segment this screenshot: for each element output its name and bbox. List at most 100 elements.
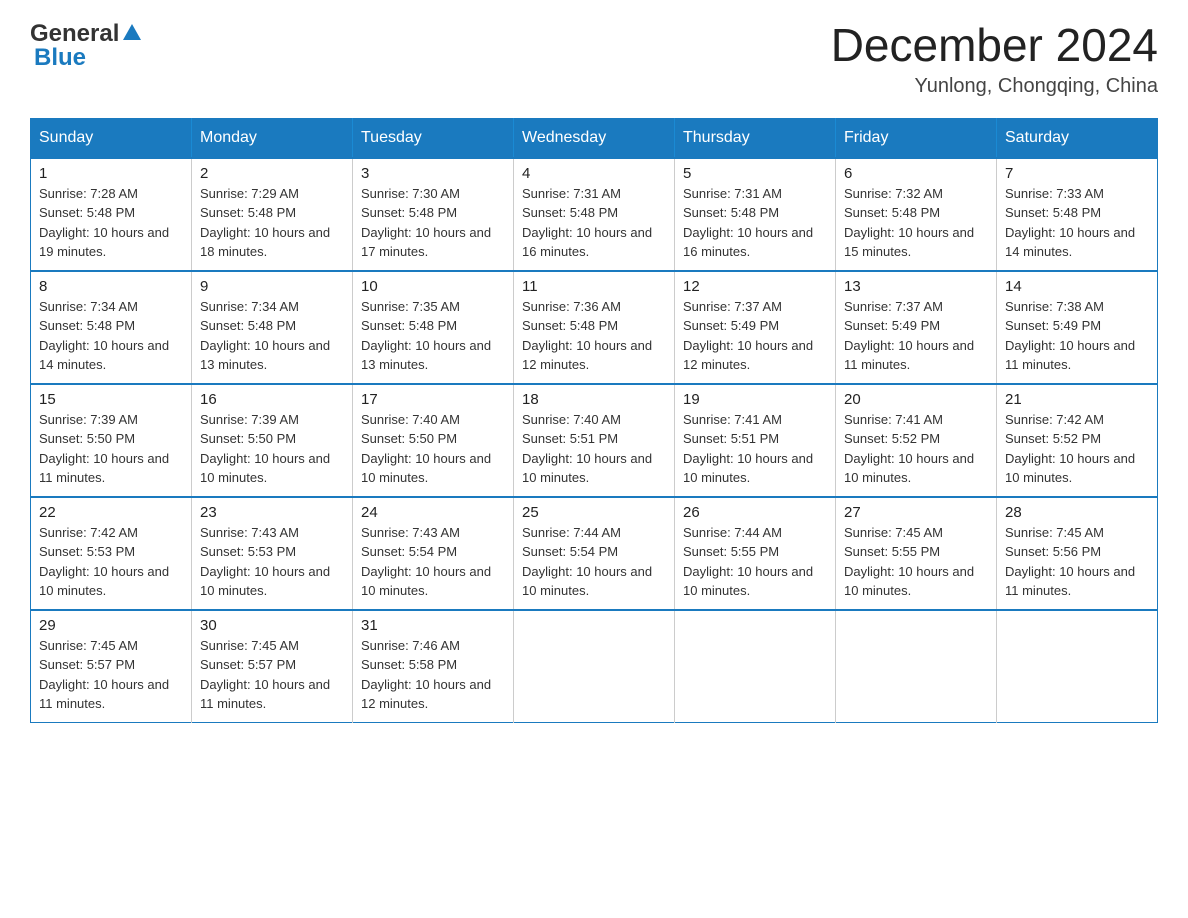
day-number: 10 — [361, 278, 505, 295]
day-cell: 9 Sunrise: 7:34 AMSunset: 5:48 PMDayligh… — [192, 271, 353, 384]
location: Yunlong, Chongqing, China — [831, 75, 1158, 98]
day-cell: 8 Sunrise: 7:34 AMSunset: 5:48 PMDayligh… — [31, 271, 192, 384]
day-info: Sunrise: 7:39 AMSunset: 5:50 PMDaylight:… — [39, 412, 169, 486]
day-number: 6 — [844, 165, 988, 182]
weekday-header-tuesday: Tuesday — [353, 118, 514, 158]
day-info: Sunrise: 7:44 AMSunset: 5:54 PMDaylight:… — [522, 525, 652, 599]
day-cell: 29 Sunrise: 7:45 AMSunset: 5:57 PMDaylig… — [31, 610, 192, 723]
day-number: 9 — [200, 278, 344, 295]
day-info: Sunrise: 7:40 AMSunset: 5:50 PMDaylight:… — [361, 412, 491, 486]
day-info: Sunrise: 7:37 AMSunset: 5:49 PMDaylight:… — [844, 299, 974, 373]
day-cell: 31 Sunrise: 7:46 AMSunset: 5:58 PMDaylig… — [353, 610, 514, 723]
day-cell: 20 Sunrise: 7:41 AMSunset: 5:52 PMDaylig… — [836, 384, 997, 497]
day-number: 3 — [361, 165, 505, 182]
day-number: 5 — [683, 165, 827, 182]
day-number: 11 — [522, 278, 666, 295]
weekday-header-saturday: Saturday — [997, 118, 1158, 158]
day-number: 29 — [39, 617, 183, 634]
weekday-header-monday: Monday — [192, 118, 353, 158]
day-cell: 22 Sunrise: 7:42 AMSunset: 5:53 PMDaylig… — [31, 497, 192, 610]
day-cell: 4 Sunrise: 7:31 AMSunset: 5:48 PMDayligh… — [514, 158, 675, 271]
day-cell: 16 Sunrise: 7:39 AMSunset: 5:50 PMDaylig… — [192, 384, 353, 497]
day-info: Sunrise: 7:41 AMSunset: 5:52 PMDaylight:… — [844, 412, 974, 486]
day-info: Sunrise: 7:38 AMSunset: 5:49 PMDaylight:… — [1005, 299, 1135, 373]
calendar-table: SundayMondayTuesdayWednesdayThursdayFrid… — [30, 118, 1158, 723]
logo-blue-text: Blue — [34, 44, 86, 72]
weekday-header-friday: Friday — [836, 118, 997, 158]
week-row-4: 22 Sunrise: 7:42 AMSunset: 5:53 PMDaylig… — [31, 497, 1158, 610]
day-cell: 23 Sunrise: 7:43 AMSunset: 5:53 PMDaylig… — [192, 497, 353, 610]
week-row-3: 15 Sunrise: 7:39 AMSunset: 5:50 PMDaylig… — [31, 384, 1158, 497]
day-info: Sunrise: 7:31 AMSunset: 5:48 PMDaylight:… — [683, 186, 813, 260]
day-number: 15 — [39, 391, 183, 408]
day-number: 22 — [39, 504, 183, 521]
day-cell: 10 Sunrise: 7:35 AMSunset: 5:48 PMDaylig… — [353, 271, 514, 384]
day-cell — [675, 610, 836, 723]
logo: General Blue — [30, 20, 143, 72]
day-cell: 15 Sunrise: 7:39 AMSunset: 5:50 PMDaylig… — [31, 384, 192, 497]
day-cell: 6 Sunrise: 7:32 AMSunset: 5:48 PMDayligh… — [836, 158, 997, 271]
day-cell: 30 Sunrise: 7:45 AMSunset: 5:57 PMDaylig… — [192, 610, 353, 723]
day-info: Sunrise: 7:42 AMSunset: 5:53 PMDaylight:… — [39, 525, 169, 599]
day-info: Sunrise: 7:28 AMSunset: 5:48 PMDaylight:… — [39, 186, 169, 260]
day-cell: 25 Sunrise: 7:44 AMSunset: 5:54 PMDaylig… — [514, 497, 675, 610]
day-number: 28 — [1005, 504, 1149, 521]
day-cell: 21 Sunrise: 7:42 AMSunset: 5:52 PMDaylig… — [997, 384, 1158, 497]
day-number: 24 — [361, 504, 505, 521]
day-info: Sunrise: 7:43 AMSunset: 5:53 PMDaylight:… — [200, 525, 330, 599]
day-info: Sunrise: 7:36 AMSunset: 5:48 PMDaylight:… — [522, 299, 652, 373]
day-info: Sunrise: 7:33 AMSunset: 5:48 PMDaylight:… — [1005, 186, 1135, 260]
day-info: Sunrise: 7:44 AMSunset: 5:55 PMDaylight:… — [683, 525, 813, 599]
day-info: Sunrise: 7:45 AMSunset: 5:55 PMDaylight:… — [844, 525, 974, 599]
day-info: Sunrise: 7:34 AMSunset: 5:48 PMDaylight:… — [200, 299, 330, 373]
day-info: Sunrise: 7:46 AMSunset: 5:58 PMDaylight:… — [361, 638, 491, 712]
day-info: Sunrise: 7:45 AMSunset: 5:57 PMDaylight:… — [39, 638, 169, 712]
week-row-5: 29 Sunrise: 7:45 AMSunset: 5:57 PMDaylig… — [31, 610, 1158, 723]
day-number: 13 — [844, 278, 988, 295]
logo-triangle-icon — [121, 22, 143, 44]
day-cell: 27 Sunrise: 7:45 AMSunset: 5:55 PMDaylig… — [836, 497, 997, 610]
day-cell — [514, 610, 675, 723]
day-cell: 28 Sunrise: 7:45 AMSunset: 5:56 PMDaylig… — [997, 497, 1158, 610]
day-cell: 17 Sunrise: 7:40 AMSunset: 5:50 PMDaylig… — [353, 384, 514, 497]
day-number: 7 — [1005, 165, 1149, 182]
day-info: Sunrise: 7:35 AMSunset: 5:48 PMDaylight:… — [361, 299, 491, 373]
week-row-1: 1 Sunrise: 7:28 AMSunset: 5:48 PMDayligh… — [31, 158, 1158, 271]
day-info: Sunrise: 7:32 AMSunset: 5:48 PMDaylight:… — [844, 186, 974, 260]
day-cell — [836, 610, 997, 723]
day-number: 31 — [361, 617, 505, 634]
weekday-header-sunday: Sunday — [31, 118, 192, 158]
day-number: 27 — [844, 504, 988, 521]
day-cell: 1 Sunrise: 7:28 AMSunset: 5:48 PMDayligh… — [31, 158, 192, 271]
day-cell: 26 Sunrise: 7:44 AMSunset: 5:55 PMDaylig… — [675, 497, 836, 610]
month-title: December 2024 — [831, 20, 1158, 71]
day-number: 2 — [200, 165, 344, 182]
weekday-header-wednesday: Wednesday — [514, 118, 675, 158]
day-cell: 12 Sunrise: 7:37 AMSunset: 5:49 PMDaylig… — [675, 271, 836, 384]
title-block: December 2024 Yunlong, Chongqing, China — [831, 20, 1158, 98]
day-cell: 11 Sunrise: 7:36 AMSunset: 5:48 PMDaylig… — [514, 271, 675, 384]
day-number: 4 — [522, 165, 666, 182]
day-cell: 18 Sunrise: 7:40 AMSunset: 5:51 PMDaylig… — [514, 384, 675, 497]
day-cell: 24 Sunrise: 7:43 AMSunset: 5:54 PMDaylig… — [353, 497, 514, 610]
day-number: 8 — [39, 278, 183, 295]
day-number: 30 — [200, 617, 344, 634]
day-number: 16 — [200, 391, 344, 408]
day-cell: 14 Sunrise: 7:38 AMSunset: 5:49 PMDaylig… — [997, 271, 1158, 384]
weekday-header-row: SundayMondayTuesdayWednesdayThursdayFrid… — [31, 118, 1158, 158]
day-info: Sunrise: 7:42 AMSunset: 5:52 PMDaylight:… — [1005, 412, 1135, 486]
day-number: 20 — [844, 391, 988, 408]
day-number: 25 — [522, 504, 666, 521]
day-cell: 13 Sunrise: 7:37 AMSunset: 5:49 PMDaylig… — [836, 271, 997, 384]
day-cell — [997, 610, 1158, 723]
day-info: Sunrise: 7:29 AMSunset: 5:48 PMDaylight:… — [200, 186, 330, 260]
day-cell: 7 Sunrise: 7:33 AMSunset: 5:48 PMDayligh… — [997, 158, 1158, 271]
day-number: 18 — [522, 391, 666, 408]
day-number: 21 — [1005, 391, 1149, 408]
day-info: Sunrise: 7:31 AMSunset: 5:48 PMDaylight:… — [522, 186, 652, 260]
day-number: 12 — [683, 278, 827, 295]
day-info: Sunrise: 7:41 AMSunset: 5:51 PMDaylight:… — [683, 412, 813, 486]
day-cell: 19 Sunrise: 7:41 AMSunset: 5:51 PMDaylig… — [675, 384, 836, 497]
day-number: 1 — [39, 165, 183, 182]
day-cell: 5 Sunrise: 7:31 AMSunset: 5:48 PMDayligh… — [675, 158, 836, 271]
